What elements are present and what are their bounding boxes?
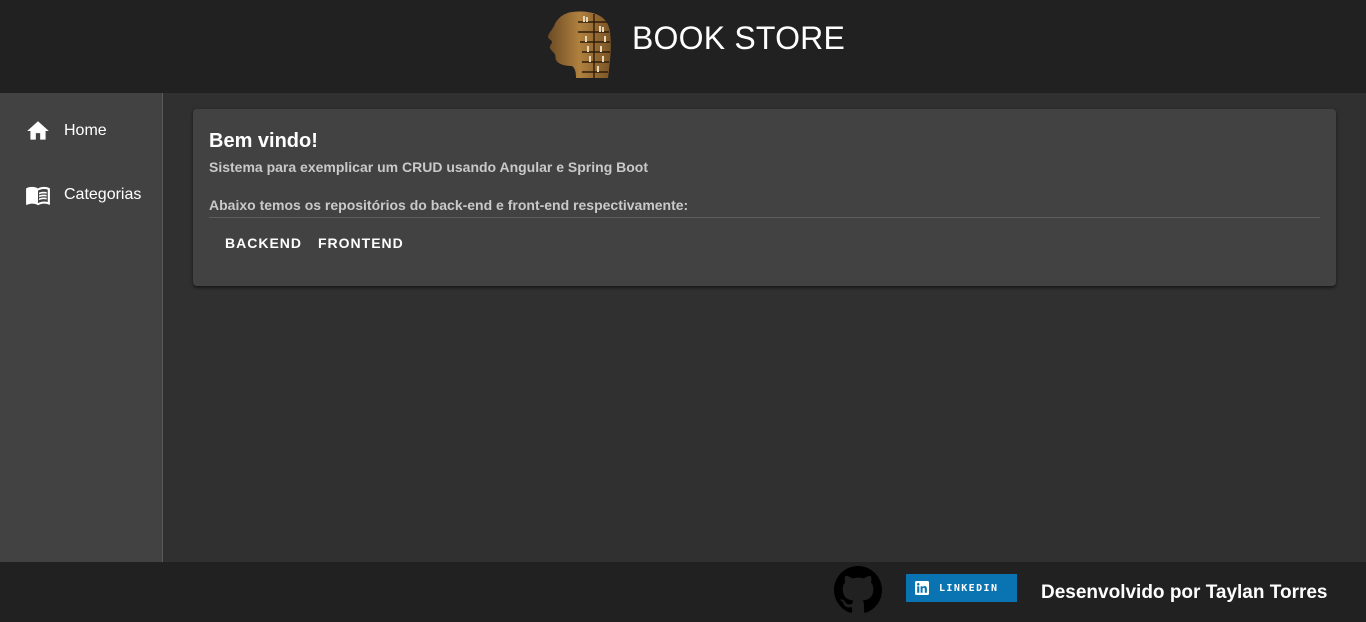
card-description: Abaixo temos os repositórios do back-end… [209, 197, 689, 213]
card-actions: BACKEND FRONTEND [217, 231, 412, 255]
github-icon[interactable] [834, 566, 882, 614]
sidebar-nav: Home Categorias [0, 93, 163, 562]
linkedin-label: LINKEDIN [939, 582, 999, 594]
head-bookshelf-logo [548, 11, 611, 78]
sidebar-item-label: Categorias [64, 186, 142, 203]
app-title: BOOK STORE [632, 20, 846, 56]
sidebar-item-home[interactable]: Home [0, 107, 162, 155]
linkedin-button[interactable]: LINKEDIN [906, 574, 1017, 602]
frontend-button[interactable]: FRONTEND [310, 231, 412, 255]
backend-button[interactable]: BACKEND [217, 231, 310, 255]
card-subtitle: Sistema para exemplicar um CRUD usando A… [209, 159, 649, 175]
linkedin-icon [915, 581, 929, 595]
footer: LINKEDIN Desenvolvido por Taylan Torres [0, 562, 1366, 622]
top-toolbar: BOOK STORE [0, 0, 1366, 93]
sidebar-item-categorias[interactable]: Categorias [0, 171, 162, 219]
welcome-card: Bem vindo! Sistema para exemplicar um CR… [193, 109, 1336, 286]
book-icon [26, 186, 50, 206]
sidebar-item-label: Home [64, 122, 107, 139]
card-divider [209, 217, 1320, 218]
card-title: Bem vindo! [209, 130, 318, 152]
developer-credit: Desenvolvido por Taylan Torres [1041, 582, 1328, 603]
home-icon [27, 121, 49, 140]
